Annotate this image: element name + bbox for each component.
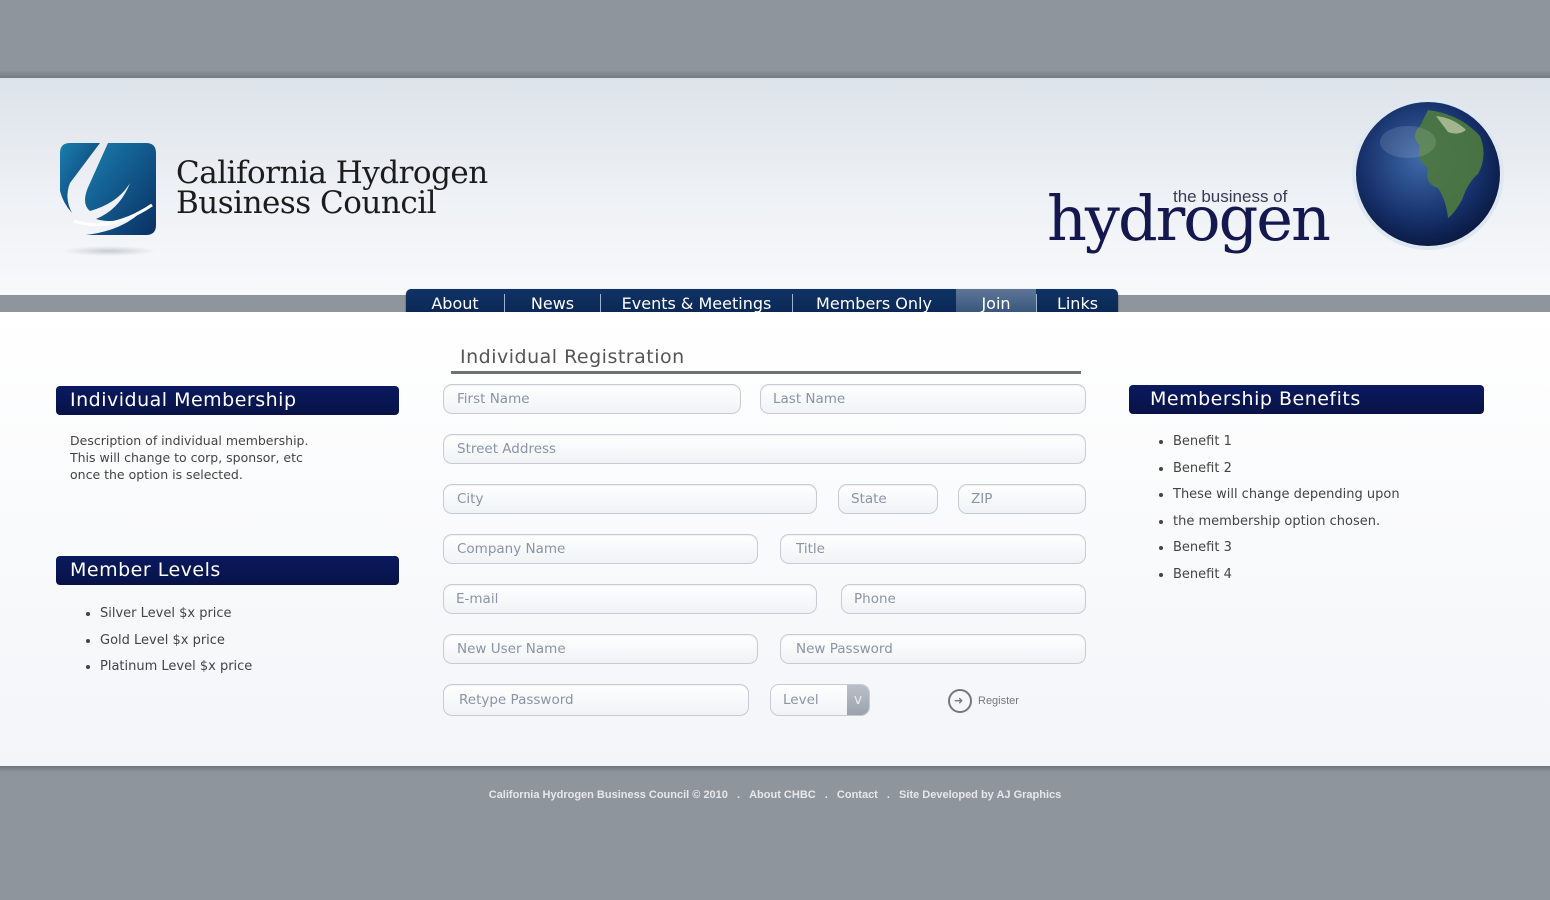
level-select[interactable]: Level v: [770, 684, 870, 716]
chbc-logo-icon[interactable]: [60, 143, 156, 235]
footer: California Hydrogen Business Council © 2…: [0, 789, 1550, 801]
list-item: Benefit 2: [1173, 456, 1400, 483]
list-item: Benefit 1: [1173, 429, 1400, 456]
membership-benefits-header: Membership Benefits: [1129, 385, 1484, 414]
list-item: the membership option chosen.: [1173, 509, 1400, 536]
last-name-field[interactable]: [760, 384, 1086, 414]
level-select-value: Level: [783, 692, 819, 708]
member-levels-list: Silver Level $x price Gold Level $x pric…: [80, 601, 252, 681]
org-name-line2: Business Council: [176, 185, 437, 221]
logo-shadow: [62, 246, 156, 256]
globe-icon: [1352, 98, 1504, 250]
footer-copyright: California Hydrogen Business Council © 2…: [488, 789, 728, 801]
email-field[interactable]: [443, 584, 817, 614]
company-name-field[interactable]: [443, 534, 758, 564]
org-name[interactable]: California Hydrogen Business Council: [176, 155, 488, 221]
individual-membership-header: Individual Membership: [56, 386, 399, 415]
footer-contact-link[interactable]: Contact: [837, 789, 878, 801]
page-title: Individual Registration: [460, 346, 685, 368]
arrow-right-icon: ➜: [948, 689, 972, 713]
footer-separator: .: [736, 789, 741, 801]
new-password-field[interactable]: [780, 634, 1086, 664]
chevron-down-icon: v: [847, 685, 869, 715]
membership-desc-line: This will change to corp, sponsor, etc: [70, 450, 303, 465]
register-label: Register: [978, 695, 1019, 707]
state-field[interactable]: [838, 484, 938, 514]
benefits-list: Benefit 1 Benefit 2 These will change de…: [1153, 429, 1400, 588]
first-name-field[interactable]: [443, 384, 741, 414]
retype-password-field[interactable]: [443, 684, 749, 716]
membership-desc-line: once the option is selected.: [70, 467, 243, 482]
org-name-line1: California Hydrogen: [176, 155, 488, 191]
city-field[interactable]: [443, 484, 817, 514]
list-item: Platinum Level $x price: [100, 654, 252, 681]
street-address-field[interactable]: [443, 434, 1086, 464]
list-item: Silver Level $x price: [100, 601, 252, 628]
phone-field[interactable]: [841, 584, 1086, 614]
membership-desc-line: Description of individual membership.: [70, 433, 309, 448]
footer-separator: .: [886, 789, 890, 801]
footer-separator: .: [824, 789, 828, 801]
list-item: Gold Level $x price: [100, 628, 252, 655]
footer-about-link[interactable]: About CHBC: [749, 789, 816, 801]
list-item: Benefit 4: [1173, 562, 1400, 589]
list-item: These will change depending upon: [1173, 482, 1400, 509]
new-username-field[interactable]: [443, 634, 758, 664]
top-band: [0, 0, 1550, 78]
title-field[interactable]: [780, 534, 1086, 564]
tagline-business-of: the business of: [1173, 187, 1288, 206]
list-item: Benefit 3: [1173, 535, 1400, 562]
footer-developer-link[interactable]: Site Developed by AJ Graphics: [899, 789, 1061, 801]
zip-field[interactable]: [958, 484, 1086, 514]
member-levels-header: Member Levels: [56, 556, 399, 585]
membership-description: Description of individual membership. Th…: [70, 432, 330, 483]
title-underline: [451, 371, 1081, 374]
footer-shadow: [0, 766, 1550, 772]
